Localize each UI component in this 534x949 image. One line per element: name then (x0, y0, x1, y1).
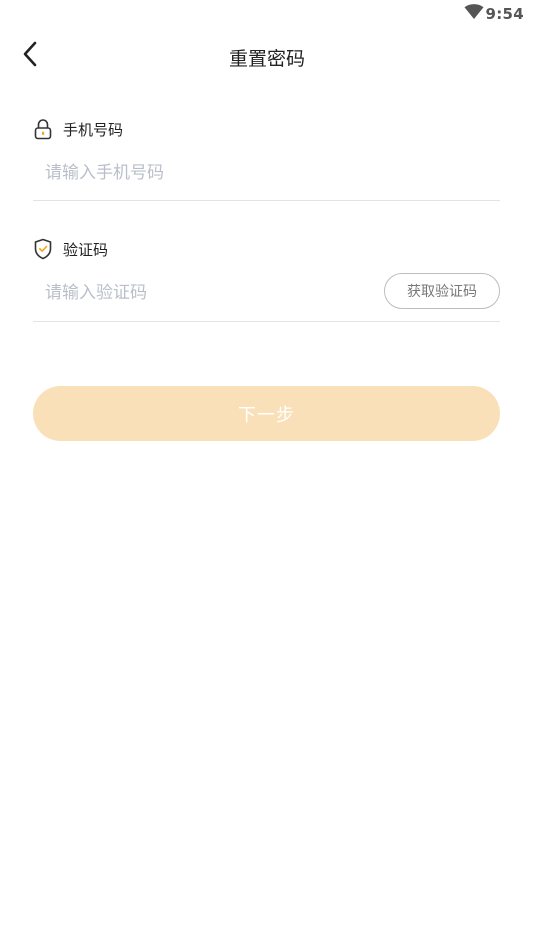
phone-input[interactable] (45, 158, 365, 188)
page-title: 重置密码 (228, 48, 305, 70)
phone-label: 手机号码 (63, 120, 124, 139)
code-label: 验证码 (63, 240, 109, 259)
code-label-row: 验证码 (33, 236, 500, 262)
get-code-button[interactable]: 获取验证码 (384, 273, 500, 309)
reset-password-screen: 9:54 重置密码 手机号码 请输入手机号码 验证码 请输入验证码 获取验证码 … (0, 0, 534, 949)
phone-field-group: 手机号码 (33, 116, 500, 201)
code-divider (33, 321, 500, 322)
wifi-icon (464, 4, 484, 20)
code-input[interactable] (45, 278, 345, 308)
shield-check-icon (33, 238, 53, 260)
phone-divider (33, 200, 500, 201)
nav-bar: 重置密码 (0, 36, 534, 76)
next-button[interactable]: 下一步 (33, 386, 500, 441)
phone-label-row: 手机号码 (33, 116, 500, 142)
status-time: 9:54 (485, 5, 524, 23)
status-bar: 9:54 (0, 0, 534, 28)
lock-icon (33, 118, 53, 140)
code-field-group: 验证码 获取验证码 (33, 236, 500, 322)
